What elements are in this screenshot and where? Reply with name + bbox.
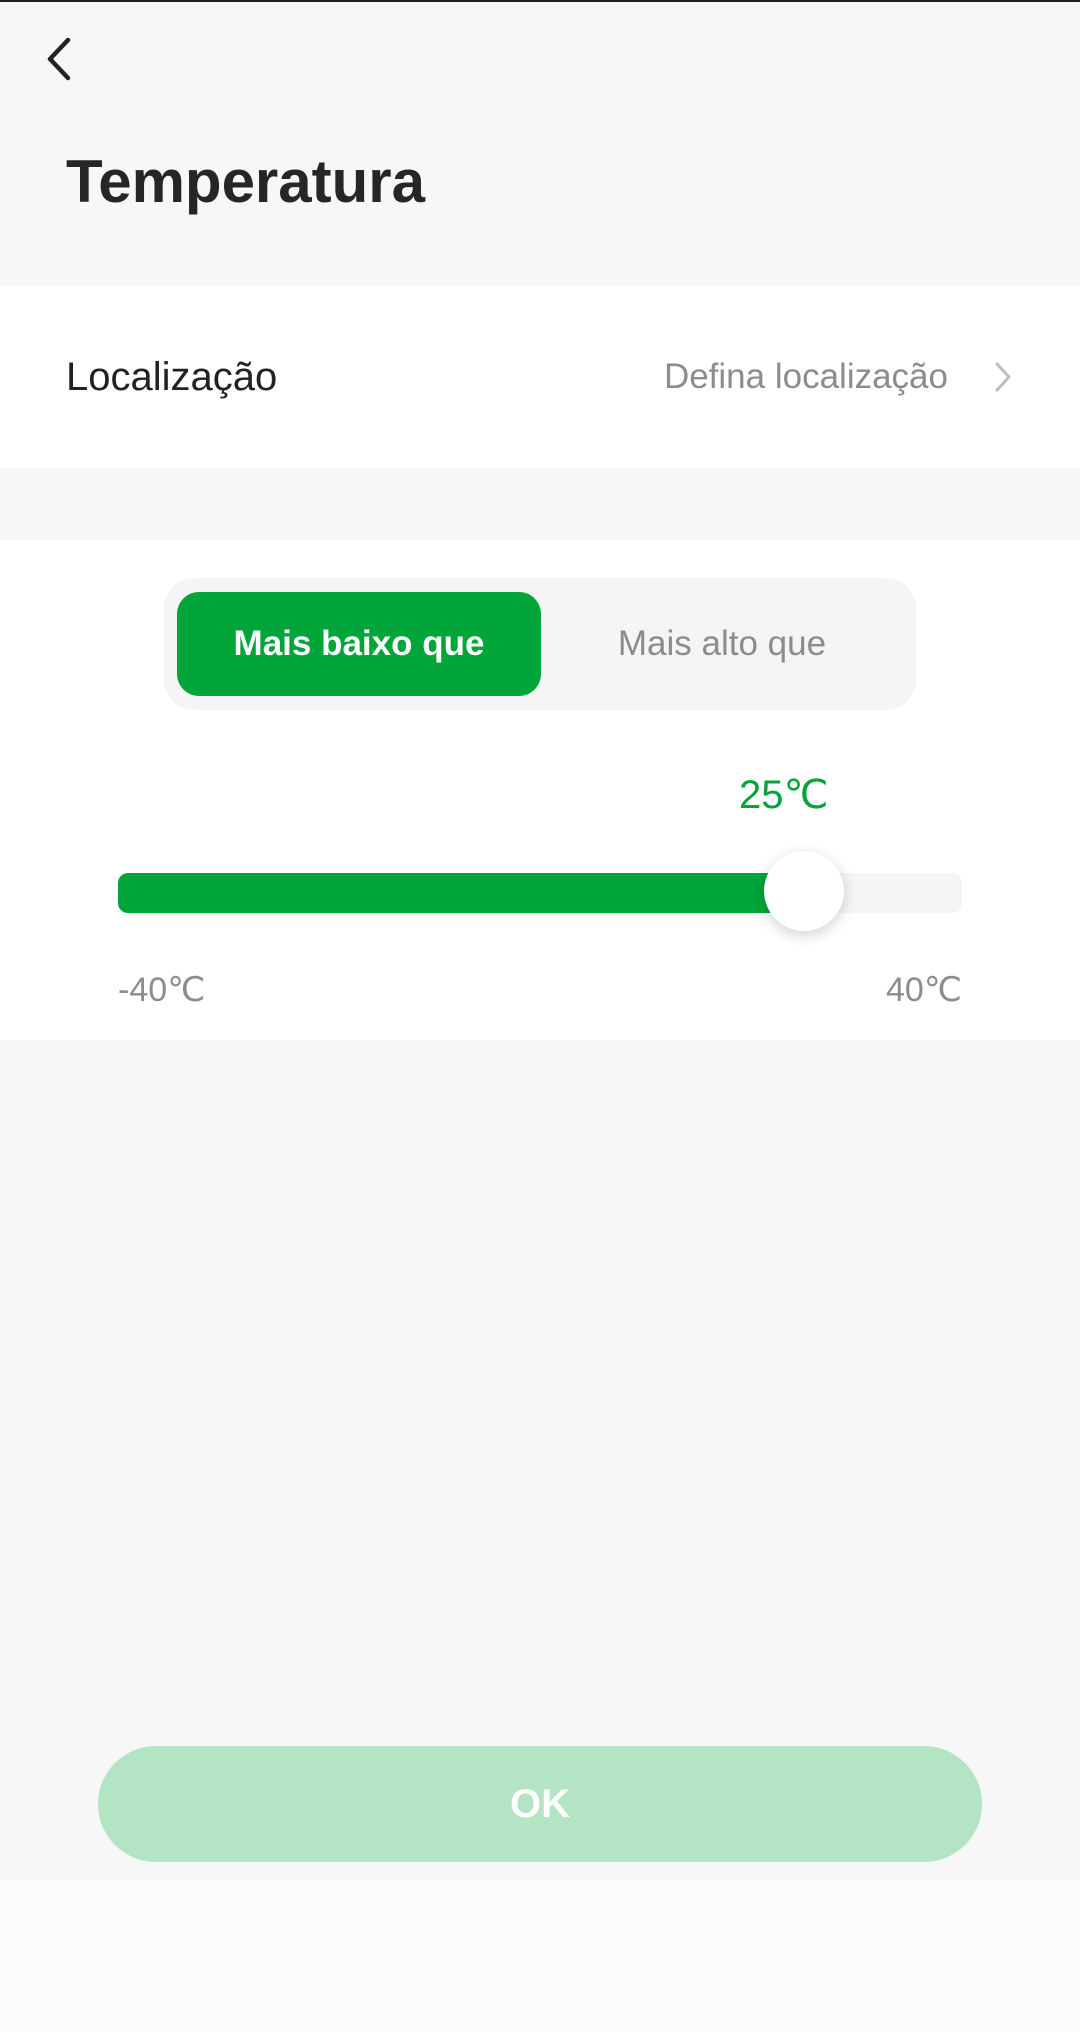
- chevron-left-icon: [47, 37, 71, 81]
- slider-max-label: 40℃: [885, 971, 962, 1009]
- location-row[interactable]: Localização Defina localização: [0, 286, 1080, 468]
- location-label: Localização: [66, 354, 278, 399]
- page-title: Temperatura: [66, 148, 426, 215]
- location-value: Defina localização: [663, 357, 948, 396]
- temperature-slider-thumb[interactable]: [763, 851, 844, 931]
- comparison-toggle: Mais baixo que Mais alto que: [164, 578, 916, 710]
- tab-higher-than[interactable]: Mais alto que: [541, 592, 903, 696]
- slider-min-label: -40℃: [118, 971, 206, 1009]
- status-divider: [0, 0, 1080, 2]
- bottom-safe-area: [0, 1880, 1080, 2032]
- back-button[interactable]: [30, 24, 90, 94]
- location-selector[interactable]: Defina localização: [664, 357, 1014, 397]
- tab-lower-than[interactable]: Mais baixo que: [177, 592, 541, 696]
- slider-value-text: 25℃: [739, 773, 829, 817]
- temperature-slider-fill: [118, 873, 804, 913]
- chevron-right-icon: [992, 359, 1014, 395]
- condition-panel: Mais baixo que Mais alto que 25℃ -40℃ 40…: [0, 540, 1080, 1040]
- ok-button[interactable]: OK: [98, 1746, 982, 1862]
